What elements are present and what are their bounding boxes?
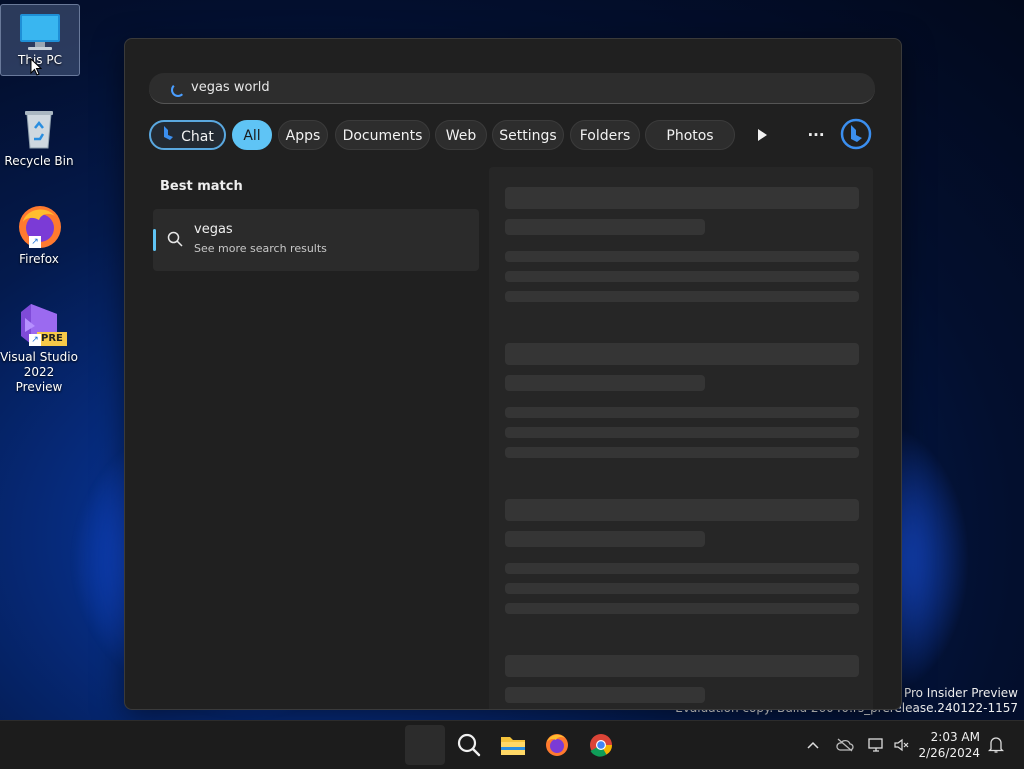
- network-icon[interactable]: [866, 735, 886, 755]
- mouse-cursor-icon: [30, 57, 43, 80]
- firefox-icon: [546, 734, 568, 756]
- skeleton-line: [505, 531, 705, 547]
- preview-badge: PRE: [37, 332, 67, 346]
- firefox-icon: ↗: [15, 202, 63, 250]
- filter-documents[interactable]: Documents: [335, 120, 430, 150]
- desktop-icon-recycle-bin[interactable]: Recycle Bin: [0, 104, 78, 169]
- bing-chat-icon[interactable]: [839, 118, 873, 152]
- search-panel: vegas world Chat All Apps Documents Web …: [124, 38, 902, 710]
- desktop-icon-label: Recycle Bin: [4, 154, 74, 168]
- best-match-result[interactable]: vegas See more search results: [153, 209, 479, 271]
- filter-all-label: All: [243, 128, 261, 144]
- filter-chat-label: Chat: [181, 129, 214, 145]
- taskbar-search-button[interactable]: [449, 725, 489, 765]
- filter-photos-label: Photos: [666, 128, 714, 144]
- notification-bell-icon[interactable]: [986, 735, 1006, 755]
- filter-all[interactable]: All: [232, 120, 272, 150]
- shortcut-arrow-icon: ↗: [29, 236, 41, 248]
- monitor-icon: [16, 11, 64, 59]
- result-title: vegas: [194, 222, 233, 237]
- taskbar-chrome[interactable]: [581, 725, 621, 765]
- skeleton-line: [505, 291, 859, 302]
- clock-date: 2/26/2024: [918, 746, 980, 760]
- recycle-bin-icon: [15, 104, 63, 152]
- desktop-icon-visual-studio[interactable]: PRE ↗ Visual Studio 2022 Preview: [0, 300, 78, 395]
- skeleton-line: [505, 427, 859, 438]
- taskbar-firefox[interactable]: [537, 725, 577, 765]
- search-icon: [457, 733, 481, 757]
- filter-web-label: Web: [445, 128, 477, 144]
- filter-settings-label: Settings: [499, 128, 557, 144]
- search-icon: [167, 231, 183, 251]
- skeleton-block: [505, 655, 859, 677]
- filter-settings[interactable]: Settings: [492, 120, 564, 150]
- chrome-icon: [590, 734, 612, 757]
- filter-folders[interactable]: Folders: [570, 120, 640, 150]
- skeleton-line: [505, 375, 705, 391]
- filter-chat[interactable]: Chat: [149, 120, 226, 150]
- result-subtitle: See more search results: [194, 242, 327, 255]
- preview-pane-loading: [489, 167, 873, 709]
- skeleton-line: [505, 271, 859, 282]
- filter-apps[interactable]: Apps: [278, 120, 328, 150]
- skeleton-block: [505, 187, 859, 209]
- bing-icon: [161, 122, 175, 152]
- folder-icon: [501, 737, 525, 755]
- filter-web[interactable]: Web: [435, 120, 487, 150]
- filter-folders-label: Folders: [579, 128, 631, 144]
- skeleton-line: [505, 219, 705, 235]
- start-button[interactable]: [405, 725, 445, 765]
- filter-photos[interactable]: Photos: [645, 120, 735, 150]
- skeleton-line: [505, 407, 859, 418]
- shortcut-arrow-icon: ↗: [29, 334, 41, 346]
- search-input[interactable]: vegas world: [191, 80, 270, 95]
- skeleton-line: [505, 563, 859, 574]
- volume-muted-icon[interactable]: [892, 735, 912, 755]
- visual-studio-icon: PRE ↗: [15, 300, 67, 348]
- best-match-heading: Best match: [160, 179, 243, 194]
- filter-documents-label: Documents: [342, 128, 423, 144]
- skeleton-block: [505, 343, 859, 365]
- skeleton-line: [505, 603, 859, 614]
- skeleton-line: [505, 447, 859, 458]
- onedrive-cloud-icon[interactable]: [835, 735, 855, 755]
- skeleton-line: [505, 583, 859, 594]
- loading-spinner-icon: [171, 83, 185, 97]
- desktop-icon-label-line1: Visual Studio: [0, 350, 78, 364]
- more-filters-play-icon[interactable]: [747, 120, 777, 150]
- more-options-icon[interactable]: ···: [801, 120, 831, 150]
- selection-indicator: [153, 229, 156, 251]
- skeleton-line: [505, 687, 705, 703]
- skeleton-line: [505, 251, 859, 262]
- filter-apps-label: Apps: [285, 128, 321, 144]
- clock[interactable]: 2:03 AM 2/26/2024: [918, 729, 980, 761]
- desktop-icon-firefox[interactable]: ↗ Firefox: [0, 202, 78, 267]
- clock-time: 2:03 AM: [930, 730, 980, 744]
- search-box[interactable]: vegas world: [149, 73, 875, 104]
- skeleton-block: [505, 499, 859, 521]
- show-hidden-icons-chevron-up-icon[interactable]: [803, 735, 823, 755]
- taskbar: 2:03 AM 2/26/2024: [0, 720, 1024, 769]
- desktop-icon-label: Firefox: [19, 252, 59, 266]
- desktop-icon-label-line2: 2022 Preview: [15, 365, 63, 394]
- taskbar-file-explorer[interactable]: [493, 725, 533, 765]
